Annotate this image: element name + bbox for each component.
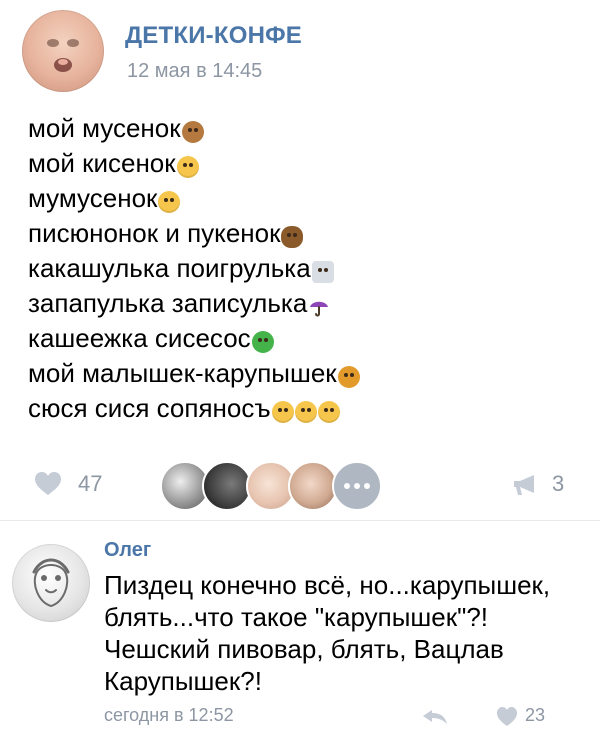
pilot-sketch-image <box>32 558 70 608</box>
post-line-text: писюнонок и пукенок <box>28 217 281 248</box>
likes-count[interactable]: 47 <box>78 471 102 497</box>
shares-count[interactable]: 3 <box>552 471 564 497</box>
post-date[interactable]: 12 мая в 14:45 <box>127 60 262 83</box>
comment-text: Пиздец конечно всё, но...карупышек, блят… <box>104 570 551 696</box>
heart-icon[interactable] <box>33 470 63 496</box>
comment: Олег Пиздец конечно всё, но...карупышек,… <box>0 521 600 739</box>
post-line: сюся сися сопяносъ <box>28 390 588 425</box>
post-line-text: сюся сися сопяносъ <box>28 392 271 423</box>
comment-likes-count[interactable]: 23 <box>525 705 545 726</box>
group-avatar[interactable] <box>22 10 104 92</box>
post-header: ДЕТКИ-КОНФЕ 12 мая в 14:45 <box>0 0 600 100</box>
post-line-text: мумусенок <box>28 182 158 213</box>
post-line: запапулька записулька <box>28 285 588 320</box>
post-line: мой малышек-карупышек <box>28 355 588 390</box>
post-line: кашеежка сисесос <box>28 320 588 355</box>
post-line: мой мусенок <box>28 110 588 145</box>
baby-face-image <box>47 39 79 72</box>
emoji-heart-eyes-cat-icon <box>176 155 199 178</box>
megaphone-icon[interactable] <box>508 471 542 497</box>
post-line: какашулька поигрулька <box>28 250 588 285</box>
comment-time[interactable]: сегодня в 12:52 <box>104 705 234 726</box>
commenter-avatar[interactable] <box>12 544 90 622</box>
post-line-text: какашулька поигрулька <box>28 252 311 283</box>
emoji-yum-face-icon <box>317 400 340 423</box>
emoji-robot-icon <box>311 260 334 283</box>
emoji-poo-icon <box>281 225 304 248</box>
heart-icon[interactable] <box>495 705 519 727</box>
post-line-text: кашеежка сисесос <box>28 322 251 353</box>
liker-avatar[interactable] <box>202 461 252 511</box>
post-line-text: запапулька записулька <box>28 287 308 318</box>
post-line-text: мой кисенок <box>28 147 176 178</box>
emoji-umbrella-icon <box>308 296 330 318</box>
group-name[interactable]: ДЕТКИ-КОНФЕ <box>125 22 302 50</box>
umbrella-icon <box>310 301 329 316</box>
emoji-wink-kiss-icon <box>158 190 181 213</box>
group-name-redaction <box>330 23 520 51</box>
author-redaction <box>165 539 305 565</box>
post-line: писюнонок и пукенок <box>28 215 588 250</box>
vk-post: ДЕТКИ-КОНФЕ 12 мая в 14:45 мой мусенок м… <box>0 0 600 739</box>
comment-author[interactable]: Олег <box>104 539 151 562</box>
post-line: мумусенок <box>28 180 588 215</box>
emoji-yum-face-icon <box>294 400 317 423</box>
emoji-yum-face-icon <box>271 400 294 423</box>
more-likers-button[interactable] <box>332 461 382 511</box>
post-actions: 47 3 <box>0 455 600 515</box>
emoji-lion-icon <box>337 365 360 388</box>
post-line: мой кисенок <box>28 145 588 180</box>
post-line-text: мой малышек-карупышек <box>28 357 337 388</box>
more-dots-icon <box>344 483 370 489</box>
post-text: мой мусенок мой кисенок мумусенок писюно… <box>28 110 588 425</box>
liker-avatar[interactable] <box>288 461 338 511</box>
emoji-frog-icon <box>251 330 274 353</box>
reply-arrow-icon[interactable] <box>421 706 449 726</box>
post-line-text: мой мусенок <box>28 112 181 143</box>
emoji-brown-face-icon <box>181 120 204 143</box>
liked-by-avatars[interactable] <box>160 461 410 511</box>
